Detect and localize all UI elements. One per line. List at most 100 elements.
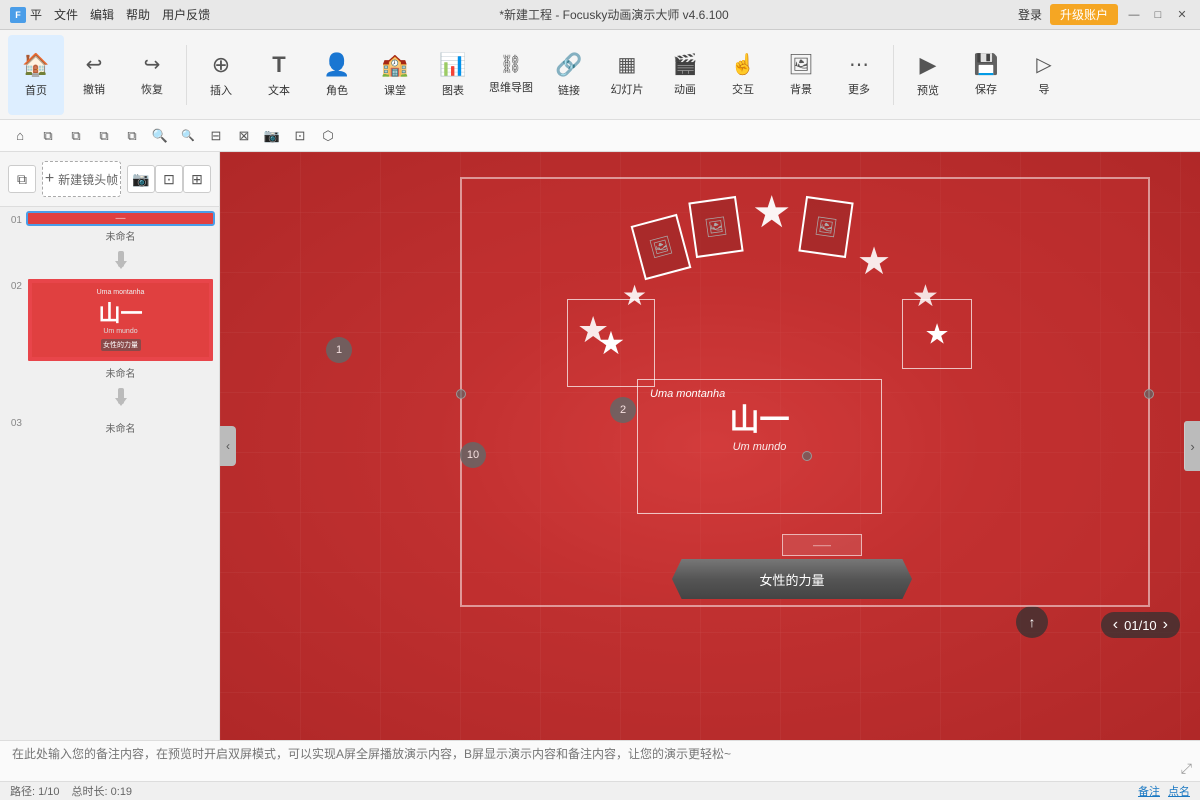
menu-file[interactable]: 文件	[54, 6, 78, 23]
slide-item-3[interactable]: 03 Lorem ipsum dolor sit amet, consectet…	[4, 414, 215, 437]
action-copy4[interactable]: ⧉	[120, 124, 144, 148]
status-left: 路径: 1/10 总时长: 0:19	[10, 783, 132, 799]
main-area: ⧉ + 新建镜头帧 📷 ⊡ ⊞ 01 —	[0, 152, 1200, 740]
slide-thumb-2[interactable]: Uma montanha 山一 Um mundo 女性的力量	[26, 277, 215, 363]
right-collapse-button[interactable]: ›	[1184, 421, 1200, 471]
sidebar-btn4[interactable]: ⊞	[183, 165, 211, 193]
action-fit2[interactable]: ⊠	[232, 124, 256, 148]
toolbar-undo[interactable]: ↩ 撤销	[66, 35, 122, 115]
action-copy3[interactable]: ⧉	[92, 124, 116, 148]
notes-expand-button[interactable]: ⤢	[1181, 760, 1192, 777]
status-bar: 路径: 1/10 总时长: 0:19 备注 点名	[0, 781, 1200, 800]
copy-frame-button[interactable]: ⧉	[8, 165, 36, 193]
window-controls: 登录 升级账户 — □ ✕	[1018, 4, 1190, 25]
action-shape[interactable]: ⬡	[316, 124, 340, 148]
mountain-label: Uma montanha	[650, 388, 869, 400]
login-button[interactable]: 登录	[1018, 6, 1042, 23]
toolbar-bg-label: 背景	[790, 81, 812, 97]
toolbar-slide[interactable]: ▦ 幻灯片	[599, 35, 655, 115]
maximize-button[interactable]: □	[1150, 7, 1166, 23]
sidebar-btn3[interactable]: ⊡	[155, 165, 183, 193]
upgrade-button[interactable]: 升级账户	[1050, 4, 1118, 25]
canvas-num-10: 10	[460, 442, 486, 468]
toolbar-chart[interactable]: 📊 图表	[425, 35, 481, 115]
toolbar-home[interactable]: 🏠 首页	[8, 35, 64, 115]
new-slide-button[interactable]: + 新建镜头帧	[42, 161, 121, 197]
action-grid[interactable]: ⊡	[288, 124, 312, 148]
slides-list: 01 — 未命名 02	[0, 207, 219, 740]
toolbar-interact-label: 交互	[732, 81, 754, 97]
toolbar-save[interactable]: 💾 保存	[958, 35, 1014, 115]
small-text-input[interactable]: ——	[782, 534, 862, 556]
title-bar: F 平 文件 编辑 帮助 用户反馈 *新建工程 - Focusky动画演示大师 …	[0, 0, 1200, 30]
camera-button[interactable]: 📷	[127, 165, 155, 193]
notes-area: ⤢	[0, 741, 1200, 781]
notes-input[interactable]	[12, 745, 1188, 777]
toolbar-interact[interactable]: ☝ 交互	[715, 35, 771, 115]
toolbar-redo[interactable]: ↪ 恢复	[124, 35, 180, 115]
slide-wrapper-1: — 未命名	[26, 211, 215, 273]
sidebar: ⧉ + 新建镜头帧 📷 ⊡ ⊞ 01 —	[0, 152, 220, 740]
canvas-num-1: 1	[326, 337, 352, 363]
slide-thumb-2-inner: Uma montanha 山一 Um mundo 女性的力量	[28, 279, 213, 361]
canvas-num-2: 2	[610, 397, 636, 423]
toolbar-sep-2	[893, 45, 894, 105]
menu-help[interactable]: 帮助	[126, 6, 150, 23]
main-text: 山一	[650, 404, 869, 437]
text-icon: T	[272, 52, 285, 78]
action-copy1[interactable]: ⧉	[36, 124, 60, 148]
toolbar-nav[interactable]: ▷ 导	[1016, 35, 1072, 115]
toolbar-class[interactable]: 🏫 课堂	[367, 35, 423, 115]
connector-left	[456, 389, 466, 399]
star-4: ★	[857, 239, 891, 284]
close-button[interactable]: ✕	[1174, 7, 1190, 23]
toolbar-text[interactable]: T 文本	[251, 35, 307, 115]
preview-icon: ▶	[920, 52, 937, 78]
main-toolbar: 🏠 首页 ↩ 撤销 ↪ 恢复 ⊕ 插入 T 文本 👤 角色 🏫 课堂 📊 图表 …	[0, 30, 1200, 120]
menu-feedback[interactable]: 用户反馈	[162, 6, 210, 23]
toolbar-mindmap[interactable]: ⛓ 思维导图	[483, 35, 539, 115]
bottom-bar: ⤢ 路径: 1/10 总时长: 0:19 备注 点名	[0, 740, 1200, 800]
toolbar-animate[interactable]: 🎬 动画	[657, 35, 713, 115]
name-link[interactable]: 点名	[1168, 783, 1190, 799]
toolbar-chart-label: 图表	[442, 82, 464, 98]
notes-link[interactable]: 备注	[1138, 783, 1160, 799]
toolbar-preview-label: 预览	[917, 82, 939, 98]
share-button[interactable]: ↑	[1016, 606, 1048, 638]
action-screenshot[interactable]: 📷	[260, 124, 284, 148]
action-fit1[interactable]: ⊟	[204, 124, 228, 148]
toolbar-undo-label: 撤销	[83, 81, 105, 97]
slide-frame: ★ ★ 🖼 🖼 ★ 🖼 ★ ★ ★	[460, 177, 1150, 607]
action-copy2[interactable]: ⧉	[64, 124, 88, 148]
slide-thumb-1[interactable]: —	[26, 211, 215, 226]
slide2-mountain: Uma montanha	[97, 289, 145, 296]
slide-item-2[interactable]: 02 Uma montanha 山一 Um mundo 女性的力量 未命名	[4, 277, 215, 410]
slide2-banner-mini: 女性的力量	[103, 340, 138, 350]
toolbar-bg[interactable]: 🖼 背景	[773, 35, 829, 115]
menu-edit[interactable]: 编辑	[90, 6, 114, 23]
toolbar-role[interactable]: 👤 角色	[309, 35, 365, 115]
slide2-sub: Um mundo	[103, 328, 137, 335]
next-slide-button[interactable]: ›	[1163, 616, 1168, 634]
slide-item-1[interactable]: 01 — 未命名	[4, 211, 215, 273]
action-home[interactable]: ⌂	[8, 124, 32, 148]
prev-slide-button[interactable]: ‹	[1113, 616, 1118, 634]
toolbar-mindmap-label: 思维导图	[489, 79, 533, 95]
toolbar-preview[interactable]: ▶ 预览	[900, 35, 956, 115]
star-3: ★	[752, 187, 791, 238]
toolbar-insert[interactable]: ⊕ 插入	[193, 35, 249, 115]
left-collapse-button[interactable]: ‹	[220, 426, 236, 466]
menu-ping[interactable]: 平	[30, 6, 42, 23]
minimize-button[interactable]: —	[1126, 7, 1142, 23]
world-label: Um mundo	[650, 441, 869, 453]
action-zoom-out[interactable]: 🔍	[176, 124, 200, 148]
toolbar-link[interactable]: 🔗 链接	[541, 35, 597, 115]
action-zoom-in[interactable]: 🔍	[148, 124, 172, 148]
slide-icon: ▦	[618, 52, 637, 77]
toolbar-role-label: 角色	[326, 82, 348, 98]
slide-label-2: 未命名	[26, 365, 215, 380]
text-card: Uma montanha 山一 Um mundo	[637, 379, 882, 514]
slide-thumb-3[interactable]: Lorem ipsum dolor sit amet, consectetur …	[26, 414, 215, 418]
canvas-area[interactable]: ‹ ★ ★ 🖼	[220, 152, 1200, 740]
toolbar-more[interactable]: ⋯ 更多	[831, 35, 887, 115]
